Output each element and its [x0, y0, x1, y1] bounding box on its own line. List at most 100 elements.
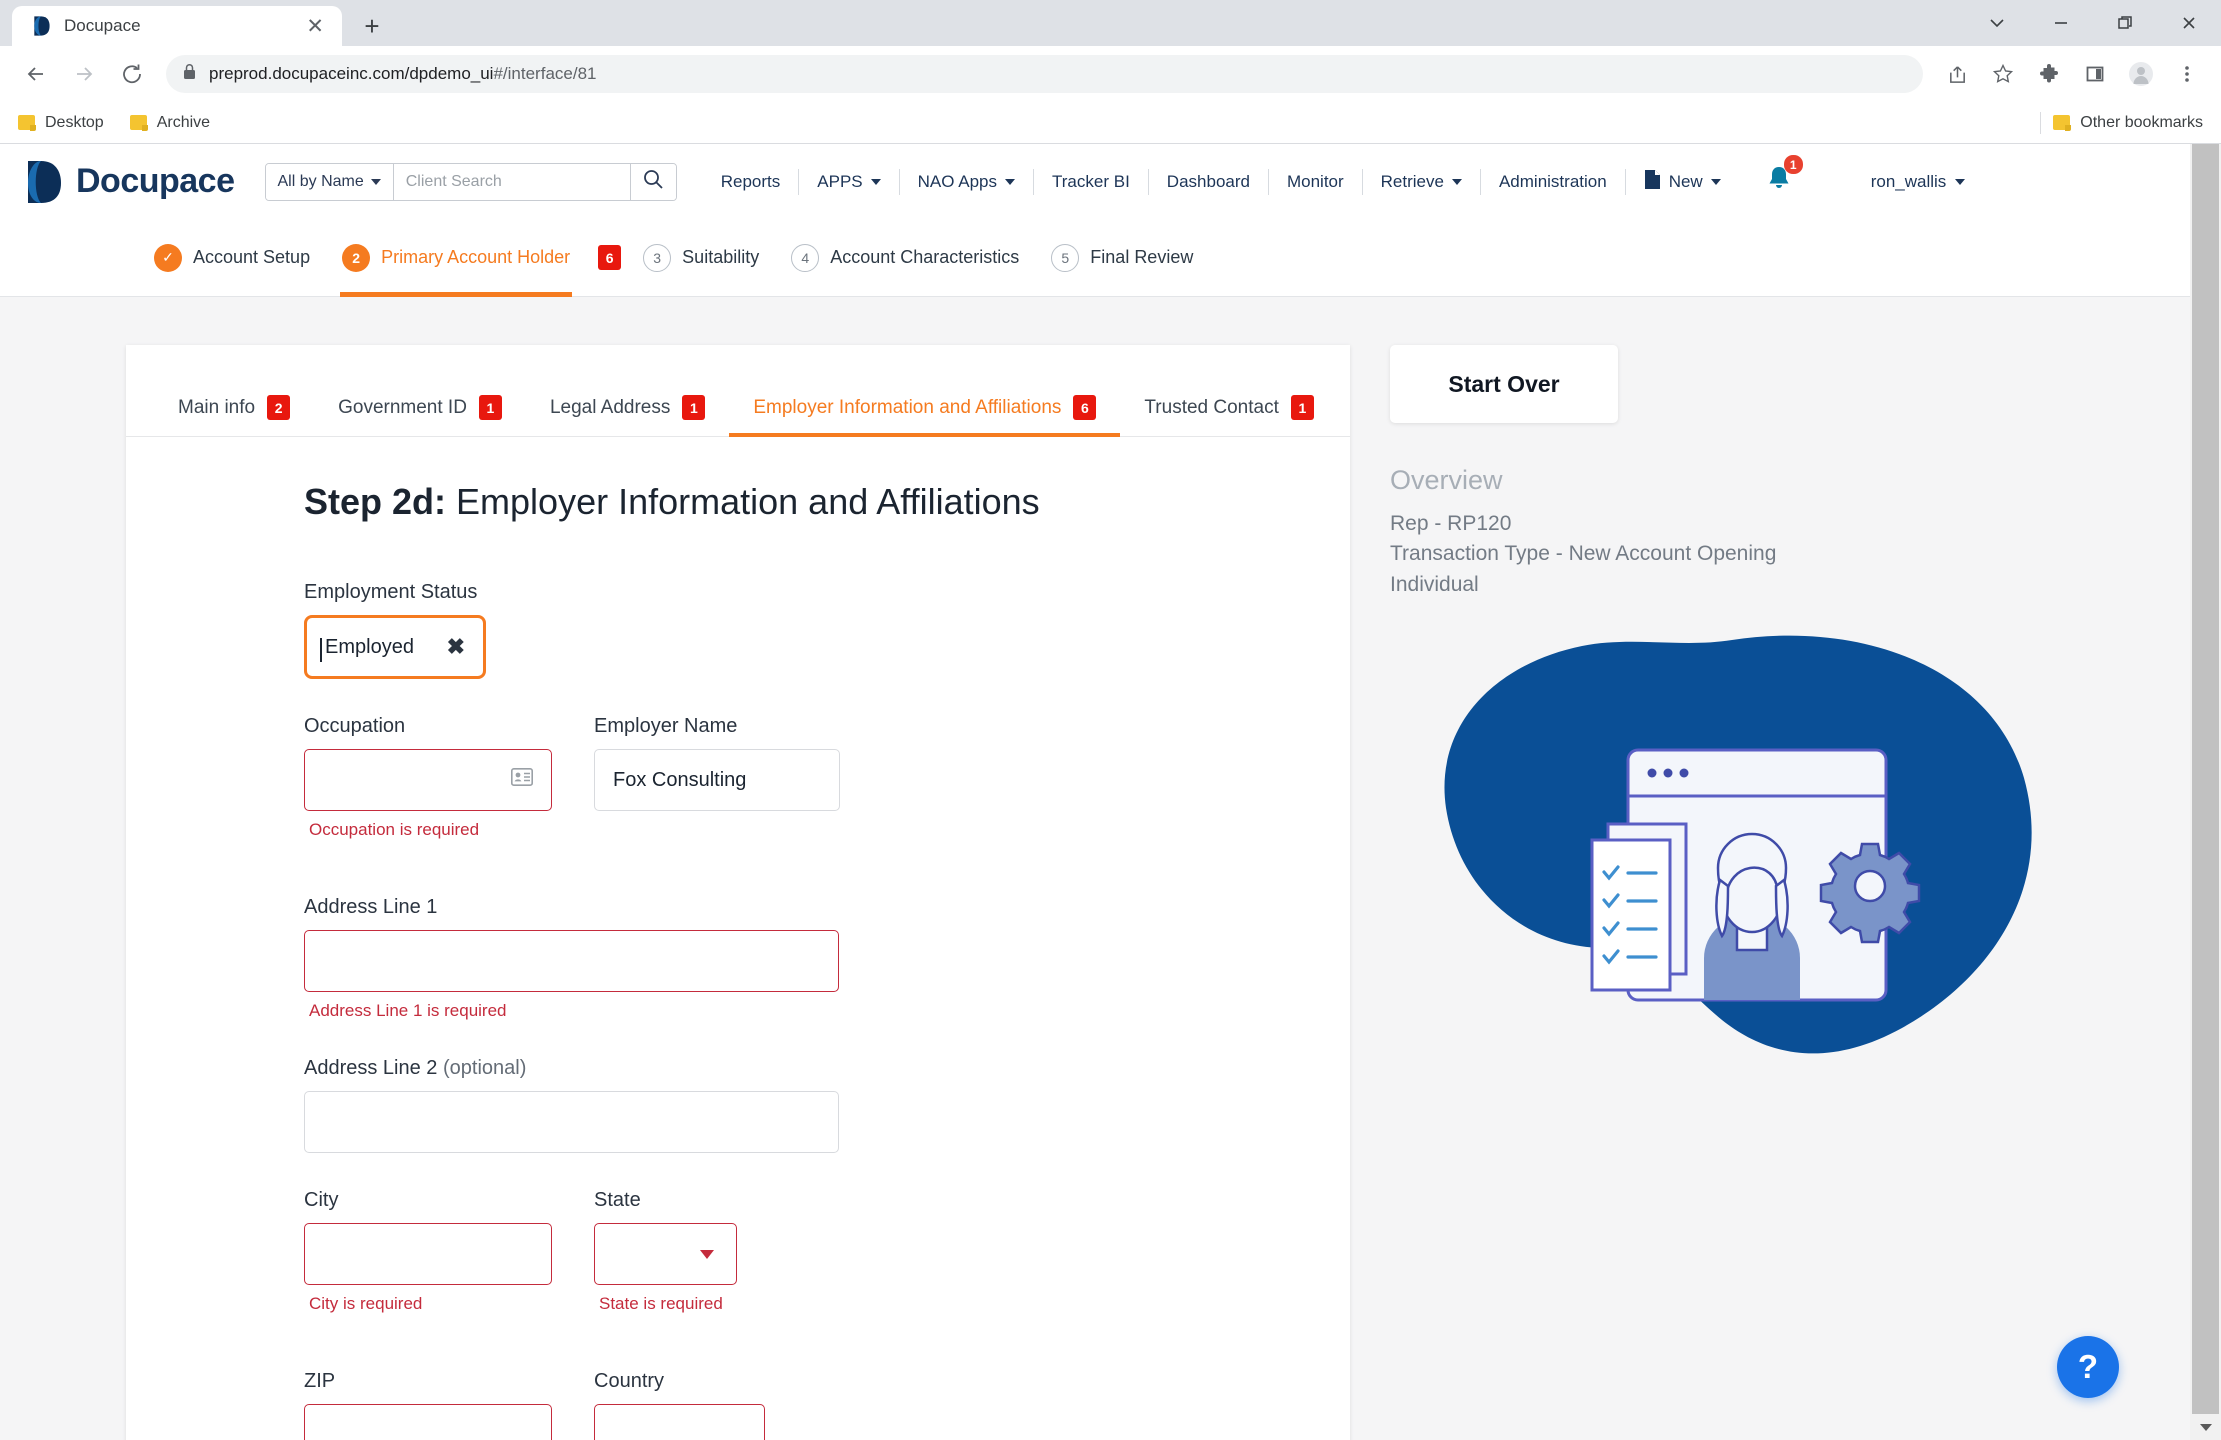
window-controls [1965, 0, 2221, 46]
employment-status-input[interactable]: Employed ✖ [304, 615, 486, 679]
docupace-logo[interactable]: Docupace [22, 159, 235, 205]
tab-error-count-badge: 1 [478, 395, 502, 420]
state-label: State [594, 1189, 641, 1211]
other-bookmarks-area: Other bookmarks [2040, 111, 2203, 134]
minimize-icon[interactable] [2029, 0, 2093, 46]
country-select[interactable] [594, 1404, 765, 1440]
nav-label: Tracker BI [1052, 171, 1130, 191]
close-tab-icon[interactable]: ✕ [300, 14, 330, 39]
new-tab-button[interactable]: + [352, 6, 392, 46]
folder-icon [129, 115, 148, 131]
step-label: Account Setup [193, 247, 311, 267]
nav-item-reports[interactable]: Reports [703, 172, 799, 192]
sidepanel-icon[interactable] [2075, 54, 2115, 94]
scroll-down-icon[interactable] [2190, 1414, 2221, 1440]
bookmark-item-archive[interactable]: Archive [129, 114, 210, 132]
zip-input[interactable] [304, 1404, 552, 1440]
city-input[interactable] [304, 1223, 552, 1285]
address-line-2-optional-hint: (optional) [442, 1057, 527, 1079]
tab-error-count-badge: 6 [1073, 395, 1097, 420]
chevron-down-icon [1451, 178, 1462, 185]
overview-title: Overview [1390, 465, 1503, 495]
occupation-input[interactable] [304, 749, 552, 811]
step-number-badge: 2 [342, 243, 371, 272]
row-city-state: City City is required State State is req… [304, 1189, 1350, 1350]
tab-trusted-contact[interactable]: Trusted Contact 1 [1120, 381, 1337, 436]
restore-icon[interactable] [2093, 0, 2157, 46]
address-bar[interactable]: preprod.docupaceinc.com/dpdemo_ui#/inter… [166, 55, 1923, 93]
share-icon[interactable] [1937, 54, 1977, 94]
nav-label: APPS [817, 171, 863, 191]
folder-icon [2053, 115, 2072, 131]
address-line-1-input[interactable] [304, 930, 839, 992]
nav-item-new[interactable]: New [1626, 169, 1739, 195]
employer-name-input[interactable]: Fox Consulting [594, 749, 840, 811]
nav-item-monitor[interactable]: Monitor [1269, 172, 1362, 192]
browser-tabstrip: Docupace ✕ + [0, 0, 2221, 46]
clear-icon[interactable]: ✖ [447, 636, 465, 658]
tab-error-count-badge: 2 [267, 395, 291, 420]
step-suitability[interactable]: 3 Suitability [627, 219, 775, 296]
tab-main-info[interactable]: Main info 2 [154, 381, 314, 436]
field-group-country: Country [594, 1370, 765, 1440]
state-select[interactable] [594, 1223, 737, 1285]
step-account-setup[interactable]: ✓ Account Setup [138, 219, 326, 296]
other-bookmarks-button[interactable]: Other bookmarks [2053, 114, 2203, 132]
field-group-state: State State is required [594, 1189, 737, 1314]
notifications-button[interactable]: 1 [1739, 155, 1813, 199]
chevron-down-icon [700, 1249, 714, 1259]
employment-status-value: Employed [320, 635, 414, 662]
row-zip-country: ZIP Country [304, 1370, 1350, 1440]
nav-item-apps[interactable]: APPS [799, 172, 898, 192]
employer-form: Step 2d: Employer Information and Affili… [126, 437, 1350, 1440]
browser-scrollbar-thumb[interactable] [2192, 144, 2219, 1414]
address-card-icon[interactable] [511, 768, 533, 792]
overview-rep: Rep - RP120 [1390, 512, 1512, 535]
chrome-menu-icon[interactable] [2167, 54, 2207, 94]
chevron-down-icon [1710, 178, 1721, 185]
forward-icon[interactable] [62, 52, 106, 96]
client-search-group: All by Name [264, 162, 677, 201]
nav-item-dashboard[interactable]: Dashboard [1149, 172, 1268, 192]
bookmark-star-icon[interactable] [1983, 54, 2023, 94]
field-group-zip: ZIP [304, 1370, 552, 1440]
client-search-input[interactable] [393, 163, 630, 200]
profile-avatar-icon[interactable] [2121, 54, 2161, 94]
field-group-city: City City is required [304, 1189, 552, 1314]
tab-label: Main info [178, 396, 256, 418]
step-label: Final Review [1090, 247, 1194, 267]
nav-item-tracker-bi[interactable]: Tracker BI [1034, 172, 1148, 192]
chevron-down-icon[interactable] [1965, 0, 2029, 46]
tab-employer-information-and-affiliations[interactable]: Employer Information and Affiliations 6 [729, 381, 1121, 437]
right-rail: Start Over Overview Rep - RP120 Transact… [1390, 345, 2090, 1440]
browser-scrollbar[interactable] [2190, 144, 2221, 1440]
docupace-logo-text: Docupace [76, 162, 235, 200]
docupace-favicon-icon [30, 15, 52, 37]
address-line-2-input[interactable] [304, 1091, 839, 1153]
reload-icon[interactable] [110, 52, 154, 96]
search-scope-dropdown[interactable]: All by Name [265, 163, 394, 200]
tab-government-id[interactable]: Government ID 1 [314, 381, 526, 436]
step-primary-account-holder[interactable]: 2 Primary Account Holder [326, 219, 586, 297]
docupace-logo-icon [22, 159, 62, 205]
extensions-puzzle-icon[interactable] [2029, 54, 2069, 94]
search-submit-button[interactable] [629, 163, 676, 200]
help-button[interactable]: ? [2057, 1336, 2119, 1398]
app-header: Docupace All by Name Client Search Repor… [0, 144, 2195, 219]
step-error-count-badge: 6 [598, 245, 622, 270]
back-icon[interactable] [14, 52, 58, 96]
nav-label: Dashboard [1166, 171, 1250, 191]
step-account-characteristics[interactable]: 4 Account Characteristics [775, 219, 1035, 296]
bookmarks-bar: Desktop Archive Other bookmarks [0, 102, 2221, 144]
browser-tab[interactable]: Docupace ✕ [12, 6, 342, 46]
nav-item-administration[interactable]: Administration [1481, 172, 1625, 192]
step-final-review[interactable]: 5 Final Review [1035, 219, 1209, 296]
close-window-icon[interactable] [2157, 0, 2221, 46]
bookmark-label: Desktop [45, 113, 104, 131]
bookmark-item-desktop[interactable]: Desktop [18, 114, 104, 132]
tab-legal-address[interactable]: Legal Address 1 [526, 381, 729, 436]
nav-item-retrieve[interactable]: Retrieve [1363, 172, 1480, 192]
start-over-button[interactable]: Start Over [1390, 345, 1618, 423]
user-menu[interactable]: ron_wallis [1871, 172, 1966, 192]
nav-item-nao-apps[interactable]: NAO Apps [900, 172, 1033, 192]
